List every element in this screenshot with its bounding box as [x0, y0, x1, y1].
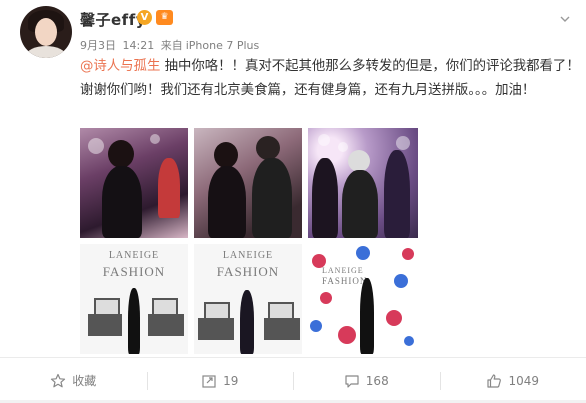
like-count: 1049 — [508, 373, 540, 388]
decor-dot — [320, 292, 332, 304]
gallery-photo-4[interactable]: LANEIGE FASHION — [80, 244, 188, 354]
avatar[interactable] — [20, 6, 72, 58]
gallery-photo-1[interactable] — [80, 128, 188, 238]
repost-count: 19 — [223, 373, 239, 388]
gallery-photo-6[interactable]: LANEIGE FASHION — [308, 244, 418, 354]
repost-button[interactable]: 19 — [146, 358, 294, 403]
favorite-button[interactable]: 收藏 — [0, 358, 147, 403]
figure-body — [384, 150, 410, 238]
vip-crown-icon[interactable]: ♛ — [156, 10, 173, 25]
decor-dot — [356, 246, 370, 260]
brand-top: LANEIGE — [108, 250, 160, 261]
decor-dot — [386, 310, 402, 326]
repost-icon — [202, 374, 216, 388]
bokeh-light — [338, 142, 348, 152]
decor-dot — [310, 320, 322, 332]
photo-gallery: LANEIGE FASHION LANEIGE FASHION LANEIGE … — [80, 128, 418, 354]
brand-top: LANEIGE — [222, 250, 274, 261]
figure-bg — [158, 158, 180, 218]
bokeh-light — [150, 134, 160, 144]
vanity-table — [264, 318, 300, 340]
figure-body — [252, 158, 292, 238]
post-meta: 9月3日 14:21 来自 iPhone 7 Plus — [80, 37, 262, 53]
bokeh-light — [396, 136, 410, 150]
comment-icon — [345, 374, 359, 388]
source-prefix: 来自 — [160, 39, 183, 52]
mention-link[interactable]: @诗人与孤生 — [80, 59, 160, 74]
favorite-label: 收藏 — [72, 374, 97, 388]
like-icon — [487, 373, 502, 388]
figure-body — [240, 290, 254, 354]
post-date[interactable]: 9月3日 — [80, 39, 116, 52]
figure-body — [342, 170, 378, 238]
chevron-down-icon[interactable] — [560, 14, 570, 24]
star-icon — [51, 373, 66, 387]
decor-dot — [404, 336, 414, 346]
figure-head — [108, 140, 134, 168]
verified-badge-icon[interactable]: V — [137, 10, 152, 25]
figure-head — [214, 142, 238, 168]
gallery-photo-2[interactable] — [194, 128, 302, 238]
post-device[interactable]: iPhone 7 Plus — [186, 39, 260, 52]
vanity-table — [88, 314, 122, 336]
gallery-photo-3[interactable] — [308, 128, 418, 238]
weibo-post: 馨子effy V ♛ 9月3日 14:21 来自 iPhone 7 Plus @诗… — [0, 0, 586, 403]
avatar-shoulder — [26, 46, 66, 58]
action-bar: 收藏 19 168 1049 — [0, 358, 586, 403]
username[interactable]: 馨子effy — [80, 9, 146, 30]
post-text: @诗人与孤生 抽中你咯！！真对不起其他那么多转发的但是，你们的评论我都看了！谢谢… — [80, 55, 580, 103]
vanity-table — [148, 314, 184, 336]
decor-dot — [402, 248, 414, 260]
vanity-table — [198, 318, 234, 340]
avatar-face — [35, 18, 57, 46]
comment-button[interactable]: 168 — [293, 358, 440, 403]
gallery-photo-5[interactable]: LANEIGE FASHION — [194, 244, 302, 354]
figure-body — [360, 278, 374, 354]
brand-bottom: FASHION — [216, 264, 280, 279]
brand-bottom: FASHION — [102, 264, 166, 279]
figure-body — [102, 166, 142, 238]
comment-count: 168 — [365, 373, 389, 388]
figure-head — [348, 150, 370, 172]
figure-body — [312, 158, 338, 238]
brand-top: LANEIGE — [322, 266, 364, 275]
decor-dot — [338, 326, 356, 344]
bokeh-light — [88, 138, 104, 154]
bokeh-light — [318, 134, 330, 146]
post-time[interactable]: 14:21 — [123, 39, 155, 52]
figure-head — [256, 136, 280, 160]
figure-body — [128, 288, 140, 354]
like-button[interactable]: 1049 — [439, 358, 586, 403]
figure-body — [208, 166, 246, 238]
